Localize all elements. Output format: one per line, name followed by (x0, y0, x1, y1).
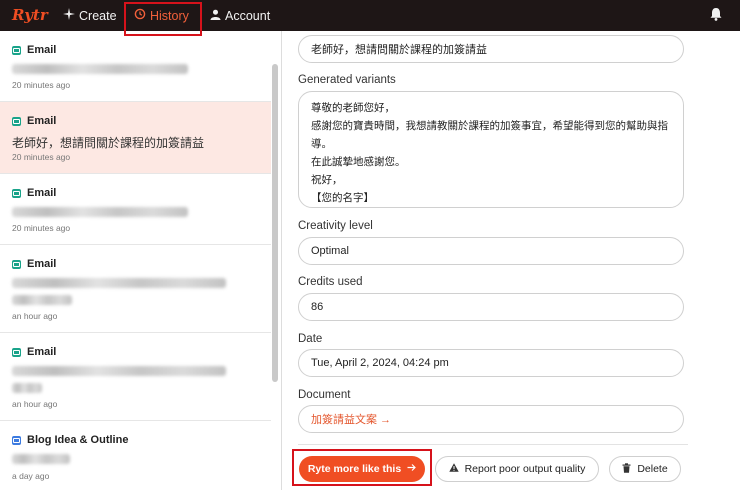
nav-account[interactable]: Account (210, 0, 270, 31)
blurred-preview (12, 383, 42, 393)
warning-icon (448, 463, 459, 475)
user-icon (210, 9, 221, 23)
top-nav: Rytr Create History Account (0, 0, 740, 31)
nav-history-label: History (150, 8, 189, 23)
rytr-logo[interactable]: Rytr (12, 6, 48, 24)
sidebar-scrollbar[interactable] (272, 64, 278, 382)
variant-line: 感謝您的寶貴時間，我想請教關於課程的加簽事宜，希望能得到您的幫助與指導。 (311, 120, 668, 150)
creativity-label: Creativity level (298, 220, 373, 232)
blurred-preview (12, 454, 70, 464)
sparkle-icon (63, 8, 75, 23)
blurred-preview (12, 64, 188, 74)
variant-line: 尊敬的老師您好， (311, 102, 395, 114)
date-label: Date (298, 333, 323, 345)
document-label: Document (298, 389, 351, 401)
email-icon (12, 45, 21, 55)
delete-button[interactable]: Delete (609, 456, 681, 482)
history-item-type: Email (27, 44, 57, 56)
email-icon (12, 259, 21, 269)
bell-icon[interactable] (710, 7, 722, 26)
email-icon (12, 116, 21, 126)
history-item-time: an hour ago (12, 399, 58, 409)
nav-history[interactable]: History (134, 0, 189, 31)
history-item-type: Email (27, 346, 57, 358)
report-quality-button[interactable]: Report poor output quality (435, 456, 599, 482)
history-item-time: an hour ago (12, 311, 58, 321)
blurred-preview (12, 366, 226, 376)
nav-create[interactable]: Create (63, 0, 117, 31)
credits-field[interactable]: 86 (298, 293, 684, 321)
history-list-item-active[interactable]: Email 老師好，想請問關於課程的加簽請益 20 minutes ago (0, 102, 271, 174)
email-icon (12, 188, 21, 198)
history-item-time: 20 minutes ago (12, 152, 71, 162)
history-item-time: 20 minutes ago (12, 80, 71, 90)
ryte-more-button[interactable]: Ryte more like this (299, 456, 425, 482)
trash-icon (622, 462, 631, 476)
document-field[interactable]: 加簽請益文案 → (298, 405, 684, 433)
blurred-preview (12, 207, 188, 217)
blurred-preview (12, 295, 72, 305)
nav-account-label: Account (225, 8, 271, 23)
history-item-time: 20 minutes ago (12, 223, 71, 233)
email-icon (12, 347, 21, 357)
variant-line: 【您的名字】 (311, 192, 374, 204)
credits-label: Credits used (298, 276, 363, 288)
arrow-right-icon (407, 463, 417, 475)
history-list-item[interactable]: Email 20 minutes ago (0, 31, 271, 102)
blurred-preview (12, 278, 226, 288)
divider (298, 444, 688, 445)
variant-line: 在此誠摯地感謝您。 (311, 156, 406, 168)
blog-icon (12, 435, 21, 445)
history-item-time: a day ago (12, 471, 50, 481)
history-list-item[interactable]: Email 20 minutes ago (0, 174, 271, 245)
date-field[interactable]: Tue, April 2, 2024, 04:24 pm (298, 349, 684, 377)
history-item-type: Email (27, 115, 57, 127)
document-link[interactable]: 加簽請益文案 → (311, 411, 391, 427)
history-sidebar: Email 20 minutes ago Email 老師好，想請問關於課程的加… (0, 31, 282, 490)
ryte-more-label: Ryte more like this (307, 463, 402, 475)
variants-label: Generated variants (298, 74, 396, 86)
generated-variants-box[interactable]: 尊敬的老師您好， 感謝您的寶貴時間，我想請教關於課程的加簽事宜，希望能得到您的幫… (298, 91, 684, 208)
creativity-field[interactable]: Optimal (298, 237, 684, 265)
subject-field[interactable]: 老師好，想請問關於課程的加簽請益 (298, 35, 684, 63)
history-list-item[interactable]: Email an hour ago (0, 333, 271, 421)
history-item-preview: 老師好，想請問關於課程的加簽請益 (12, 136, 205, 150)
nav-create-label: Create (79, 8, 117, 23)
history-list-item[interactable]: Blog Idea & Outline a day ago (0, 421, 271, 490)
delete-label: Delete (637, 463, 668, 475)
history-icon (134, 8, 146, 23)
variant-line: 祝好， (311, 174, 343, 186)
history-detail: 老師好，想請問關於課程的加簽請益 Generated variants 尊敬的老… (283, 31, 740, 490)
history-item-type: Email (27, 187, 57, 199)
history-item-type: Email (27, 258, 57, 270)
history-item-type: Blog Idea & Outline (27, 434, 129, 446)
report-quality-label: Report poor output quality (464, 463, 586, 475)
history-list-item[interactable]: Email an hour ago (0, 245, 271, 333)
